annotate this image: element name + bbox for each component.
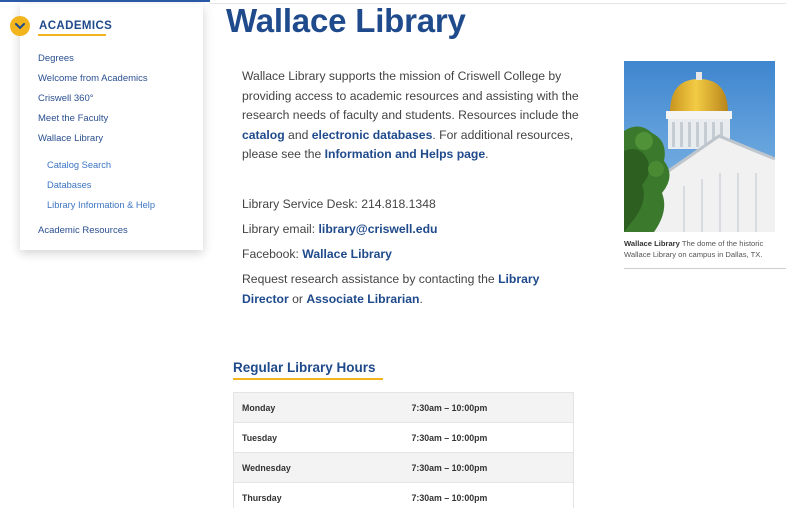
sidebar-subitem-catalog-search[interactable]: Catalog Search	[38, 159, 198, 179]
sidebar-title-underline	[38, 34, 106, 36]
top-link-underline	[0, 0, 210, 2]
chevron-down-icon[interactable]	[10, 16, 30, 36]
hours-time: 7:30am – 10:00pm	[403, 422, 574, 453]
hours-time: 7:30am – 10:00pm	[403, 482, 574, 508]
intro-text-1: Wallace Library supports the mission of …	[242, 69, 579, 122]
sidebar-item-academic-resources[interactable]: Academic Resources	[38, 225, 198, 245]
library-email-line: Library email: library@criswell.edu	[242, 220, 437, 240]
table-row: Monday 7:30am – 10:00pm	[233, 392, 574, 423]
sidebar-subitem-library-info[interactable]: Library Information & Help	[38, 199, 198, 219]
email-link[interactable]: library@criswell.edu	[319, 222, 438, 236]
sidebar-item-welcome[interactable]: Welcome from Academics	[38, 73, 198, 93]
information-helps-link[interactable]: Information and Helps page	[325, 147, 486, 161]
sidebar-menu: Degrees Welcome from Academics Criswell …	[38, 53, 198, 245]
request-text: Request research assistance by contactin…	[242, 272, 499, 286]
sidebar-subitem-databases[interactable]: Databases	[38, 179, 198, 199]
sidebar-item-faculty[interactable]: Meet the Faculty	[38, 113, 198, 133]
hours-heading-underline	[233, 378, 383, 380]
sidebar-item-degrees[interactable]: Degrees	[38, 53, 198, 73]
sidebar-header[interactable]: ACADEMICS	[10, 16, 112, 36]
hours-day: Tuesday	[233, 422, 404, 453]
facebook-link[interactable]: Wallace Library	[302, 247, 392, 261]
library-dome-photo	[624, 61, 775, 232]
email-label: Library email:	[242, 222, 319, 236]
sidebar-item-wallace-library[interactable]: Wallace Library	[38, 133, 198, 153]
request-end: .	[419, 291, 423, 306]
sidebar-item-criswell-360[interactable]: Criswell 360°	[38, 93, 198, 113]
hours-day: Thursday	[233, 482, 404, 508]
caption-divider	[624, 268, 786, 269]
catalog-link[interactable]: catalog	[242, 128, 285, 142]
sidebar-title: ACADEMICS	[39, 20, 113, 32]
table-row: Wednesday 7:30am – 10:00pm	[233, 452, 574, 483]
intro-text-and: and	[284, 127, 312, 142]
facebook-label: Facebook:	[242, 247, 303, 261]
intro-paragraph: Wallace Library supports the mission of …	[242, 67, 612, 165]
hours-table: Monday 7:30am – 10:00pm Tuesday 7:30am –…	[233, 392, 574, 508]
associate-librarian-link[interactable]: Associate Librarian	[306, 292, 419, 306]
hours-day: Wednesday	[233, 452, 404, 483]
photo-caption: Wallace Library The dome of the historic…	[624, 238, 786, 260]
hours-heading: Regular Library Hours	[233, 360, 376, 375]
research-request-line: Request research assistance by contactin…	[242, 270, 572, 309]
hours-time: 7:30am – 10:00pm	[403, 452, 574, 483]
table-row: Tuesday 7:30am – 10:00pm	[233, 422, 574, 453]
service-desk-phone: Library Service Desk: 214.818.1348	[242, 197, 436, 211]
facebook-line: Facebook: Wallace Library	[242, 245, 392, 265]
page-title: Wallace Library	[226, 2, 466, 39]
hours-time: 7:30am – 10:00pm	[403, 392, 574, 423]
intro-text-3: .	[485, 147, 489, 161]
request-or: or	[288, 291, 307, 306]
electronic-databases-link[interactable]: electronic databases	[312, 128, 433, 142]
table-row: Thursday 7:30am – 10:00pm	[233, 482, 574, 508]
caption-bold: Wallace Library	[624, 239, 680, 248]
hours-day: Monday	[233, 392, 404, 423]
academics-sidebar: ACADEMICS Degrees Welcome from Academics…	[10, 4, 203, 250]
